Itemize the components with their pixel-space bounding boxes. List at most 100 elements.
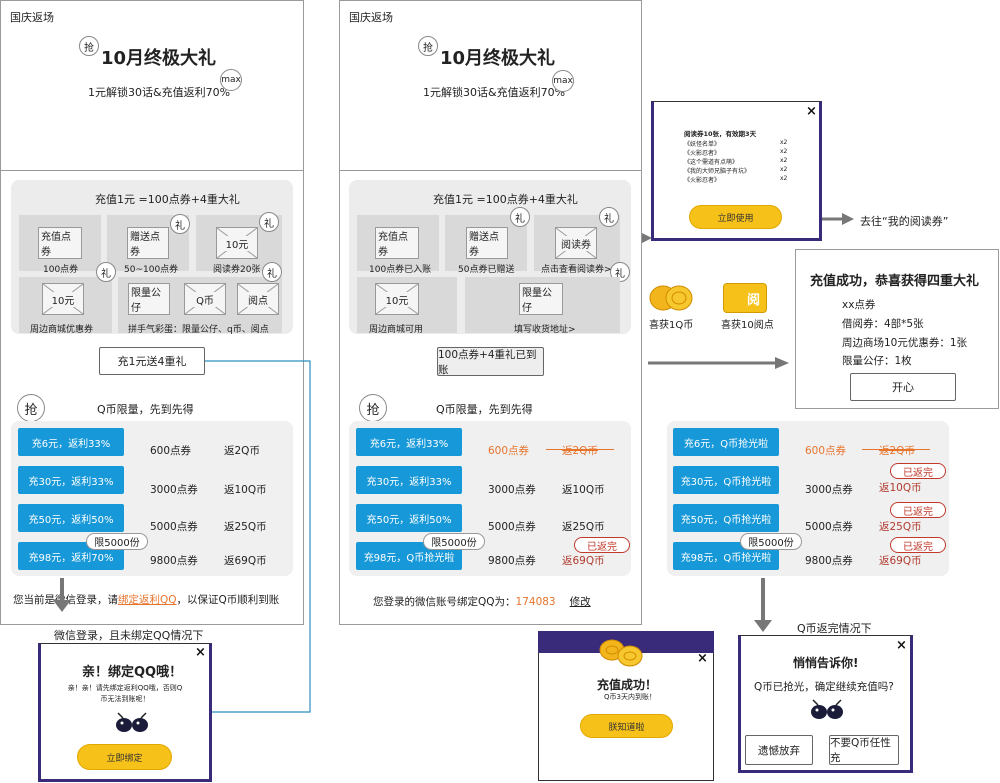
rebate-value: 返10Q币 xyxy=(224,484,267,496)
edit-qq-link[interactable]: 修改 xyxy=(570,596,591,608)
coins-icon xyxy=(596,636,646,670)
recharge-1-button[interactable]: 充1元送4重礼 xyxy=(99,347,205,375)
recharge-30-soldout-button[interactable]: 充30元，Q币抢光啦 xyxy=(673,466,779,494)
points-value: 5000点券 xyxy=(150,521,198,533)
recharge-points-image: 充值点券 xyxy=(38,227,82,259)
rebate-value: 返2Q币 xyxy=(224,445,260,457)
voucher-item: 《火影忍者》 xyxy=(684,150,721,157)
success-item: xx点券 xyxy=(842,299,876,311)
mascot-icon xyxy=(805,698,849,720)
tile-caption: 周边商城可用 xyxy=(369,325,424,335)
rebate-value: 返25Q币 xyxy=(562,521,605,533)
happy-button[interactable]: 开心 xyxy=(850,373,956,401)
rewards-received-button: 100点券+4重礼已到账 xyxy=(437,347,544,376)
figure-image: 限量公仔 xyxy=(128,283,170,315)
recharge-30-button[interactable]: 充30元，返利33% xyxy=(356,466,462,494)
voucher-header: 阅读券10张，有效期3天 xyxy=(684,130,757,138)
points-value: 3000点券 xyxy=(805,484,853,496)
yuedian-image: 阅点 xyxy=(237,283,279,315)
voucher-qty: x2 xyxy=(780,175,788,182)
notice-body: Q币已抢光，确定继续充值吗? xyxy=(754,681,894,693)
voucher-item: 《这个需道有点萌》 xyxy=(684,159,739,166)
gift-badge: 礼 xyxy=(599,207,619,227)
mall-coupon-image: 10元 xyxy=(375,283,419,315)
bind-qq-link[interactable]: 绑定返利QQ xyxy=(118,594,177,606)
close-icon[interactable]: × xyxy=(195,645,206,660)
voucher-item: 《我的大师兄脑子有坑》 xyxy=(684,168,751,175)
gift-badge: 礼 xyxy=(96,262,116,282)
sold-out-badge: 已返完 xyxy=(890,463,946,479)
success-panel-title: 充值成功，恭喜获得四重大礼 xyxy=(810,274,980,289)
points-value: 3000点券 xyxy=(488,484,536,496)
points-value: 600点券 xyxy=(488,445,530,457)
bind-modal-title: 亲！绑定QQ哦！ xyxy=(82,665,183,680)
recharge-title: 充值1元 =100点券+4重大礼 xyxy=(95,193,240,206)
bind-notice-text: 您当前是微信登录，请 xyxy=(13,594,118,606)
voucher-qty: x2 xyxy=(780,139,788,146)
close-icon[interactable]: × xyxy=(806,104,817,119)
give-up-button[interactable]: 遗憾放弃 xyxy=(745,735,813,765)
tile-caption: 50~100点券 xyxy=(124,265,179,275)
max-badge: max xyxy=(552,70,574,92)
qcoin-reward-icon xyxy=(648,283,694,313)
recharge-6-soldout-button[interactable]: 充6元，Q币抢光啦 xyxy=(673,428,779,456)
voucher-qty: x2 xyxy=(780,166,788,173)
rebate-value: 返2Q币 xyxy=(879,445,915,457)
go-to-vouchers-label: 去往“我的阅读券” xyxy=(860,215,949,228)
soldout-caption: Q币返完情况下 xyxy=(797,622,872,635)
grab-badge: 抢 xyxy=(79,36,99,56)
bound-qq-notice: 您登录的微信账号绑定QQ为：174083 修改 xyxy=(373,594,591,609)
voucher-item: 《妖怪名单》 xyxy=(684,141,721,148)
success-subtitle: Q币3天内到账！ xyxy=(604,693,656,701)
bind-notice-text: ，以保证Q币顺利到账 xyxy=(176,594,280,606)
recharge-50-button[interactable]: 充50元，返利50% xyxy=(356,504,462,532)
tile-caption: 周边商城优惠券 xyxy=(30,325,94,335)
strike-line xyxy=(862,449,930,450)
grab-badge: 抢 xyxy=(359,394,387,422)
recharge-title: 充值1元 =100点券+4重大礼 xyxy=(433,193,578,206)
points-value: 600点券 xyxy=(150,445,192,457)
yuedian-reward-icon: 阅 xyxy=(723,283,767,313)
success-item: 周边商场10元优惠券：1张 xyxy=(842,337,968,349)
sold-out-badge: 已返完 xyxy=(890,502,946,518)
rebate-value: 返69Q币 xyxy=(224,555,267,567)
close-icon[interactable]: × xyxy=(896,638,907,653)
points-value: 9800点券 xyxy=(150,555,198,567)
rebate-value: 返10Q币 xyxy=(562,484,605,496)
page-subtitle: 1元解锁30话&充值返利70% xyxy=(88,86,231,99)
recharge-50-soldout-button[interactable]: 充50元，Q币抢光啦 xyxy=(673,504,779,532)
gift-badge: 礼 xyxy=(259,212,279,232)
qcoin-image: Q币 xyxy=(184,283,226,315)
rebate-value: 返2Q币 xyxy=(562,445,598,457)
view-voucher-link[interactable]: 点击查看阅读券> xyxy=(541,262,612,275)
limit-badge: 限5000份 xyxy=(740,533,802,550)
close-icon[interactable]: × xyxy=(697,651,708,666)
got-it-button[interactable]: 朕知道啦 xyxy=(580,714,673,738)
tile-caption: 阅读券20张 xyxy=(213,265,261,275)
fill-address-link[interactable]: 填写收货地址> xyxy=(514,322,576,335)
recharge-50-button[interactable]: 充50元，返利50% xyxy=(18,504,124,532)
notice-title: 悄悄告诉你! xyxy=(793,656,859,670)
reading-voucher-image: 10元 xyxy=(216,227,258,259)
screen-1-header-divider xyxy=(0,170,304,171)
rebate-value: 返69Q币 xyxy=(562,555,605,567)
bound-qq-text: 您登录的微信账号绑定QQ为： xyxy=(373,596,516,608)
tile-caption: 100点券 xyxy=(43,265,79,275)
gift-badge: 礼 xyxy=(262,262,282,282)
recharge-6-button[interactable]: 充6元，返利33% xyxy=(18,428,124,456)
sold-out-badge: 已返完 xyxy=(574,537,630,553)
gift-badge: 礼 xyxy=(170,214,190,234)
tile-caption: 50点券已赠送 xyxy=(458,265,515,275)
bind-notice: 您当前是微信登录，请绑定返利QQ，以保证Q币顺利到账 xyxy=(13,592,279,607)
qcoin-reward-label: 喜获1Q币 xyxy=(649,320,694,331)
recharge-6-button[interactable]: 充6元，返利33% xyxy=(356,428,462,456)
use-now-button[interactable]: 立即使用 xyxy=(689,205,782,229)
gift-badge: 礼 xyxy=(510,207,530,227)
continue-recharge-button[interactable]: 不要Q币任性充 xyxy=(829,735,899,765)
screen-2-label: 国庆返场 xyxy=(349,11,393,24)
recharge-30-button[interactable]: 充30元，返利33% xyxy=(18,466,124,494)
bind-now-button[interactable]: 立即绑定 xyxy=(77,744,172,770)
mall-coupon-image: 10元 xyxy=(42,283,84,315)
tile-caption: 100点券已入账 xyxy=(369,265,432,275)
limit-badge: 限5000份 xyxy=(423,533,485,550)
